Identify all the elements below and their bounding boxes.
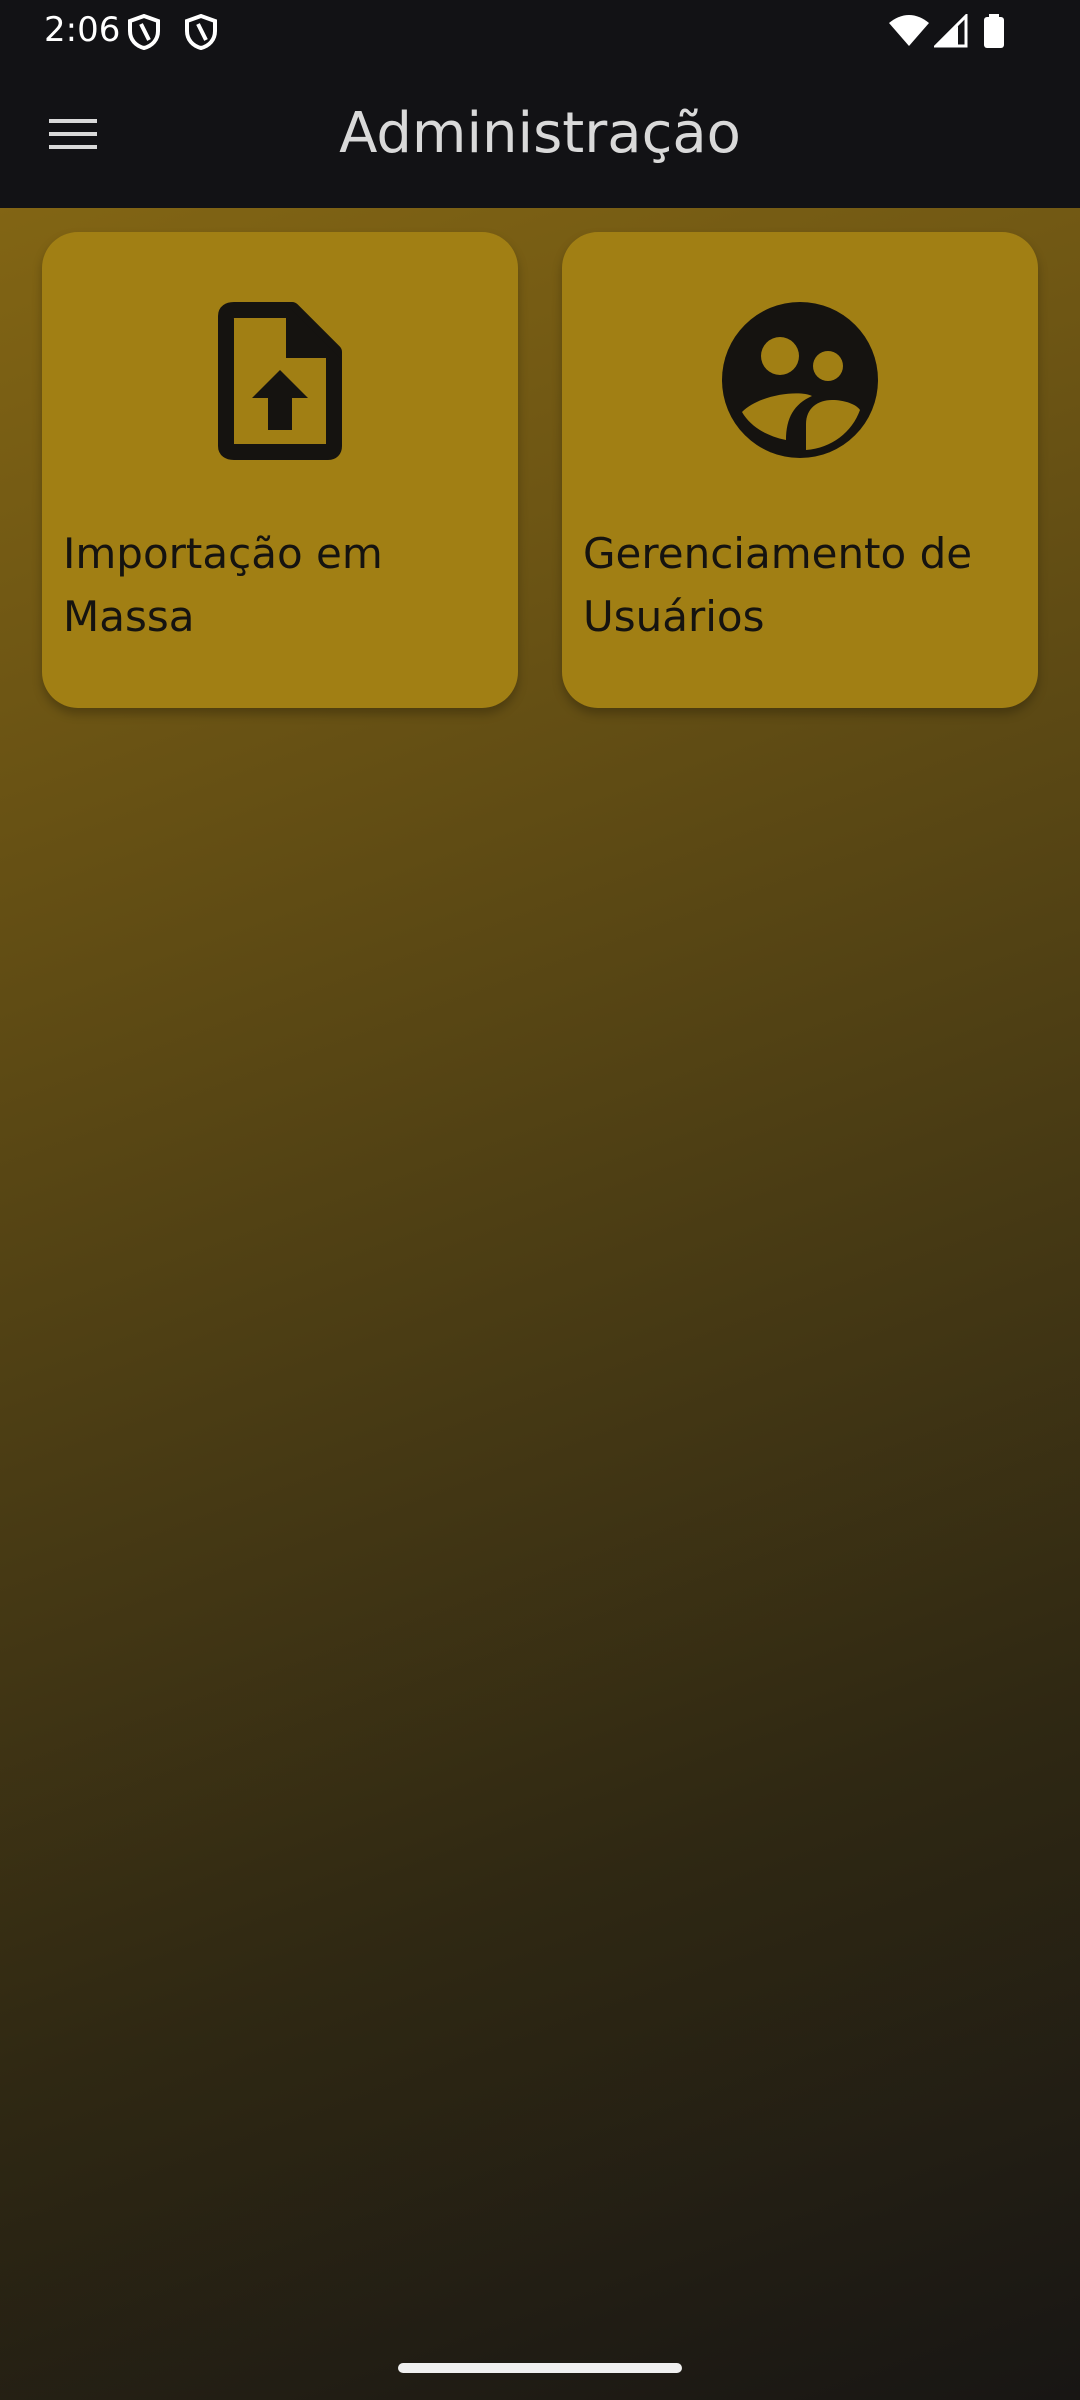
menu-button[interactable] <box>30 96 116 172</box>
home-indicator[interactable] <box>398 2363 682 2373</box>
page-title: Administração <box>339 101 741 166</box>
hamburger-menu-icon <box>49 119 97 149</box>
status-bar: 2:06 <box>0 0 1080 60</box>
shield-icon <box>128 14 160 50</box>
supervised-user-circle-icon <box>722 302 878 458</box>
shield-icon <box>185 14 217 50</box>
user-management-card[interactable]: Gerenciamento de Usuários <box>562 232 1038 708</box>
cellular-signal-icon <box>934 14 968 48</box>
status-time: 2:06 <box>44 10 121 50</box>
app-bar: Administração <box>0 60 1080 208</box>
bulk-import-label: Importação em Massa <box>63 529 383 641</box>
file-upload-icon <box>218 302 342 460</box>
battery-icon <box>984 14 1004 48</box>
wifi-icon <box>889 15 929 46</box>
user-management-label: Gerenciamento de Usuários <box>583 529 973 641</box>
bulk-import-card[interactable]: Importação em Massa <box>42 232 518 708</box>
